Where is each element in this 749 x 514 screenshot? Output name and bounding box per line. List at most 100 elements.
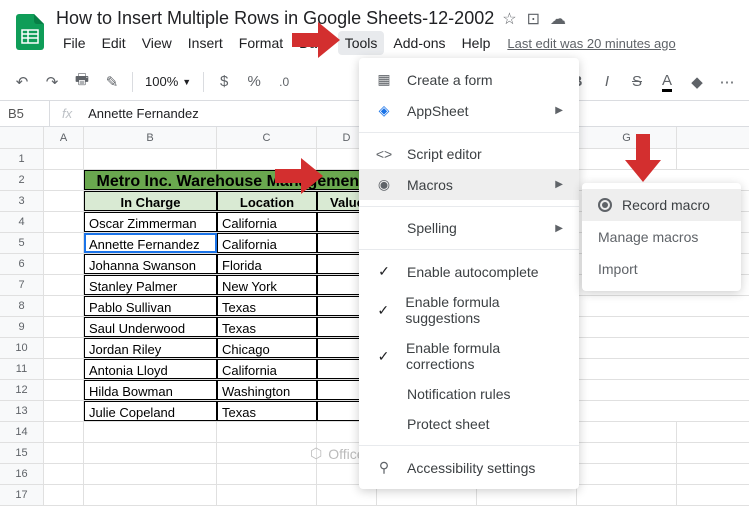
menu-import[interactable]: Import [582, 253, 741, 285]
data-cell[interactable]: Texas [217, 401, 317, 421]
menu-macros[interactable]: ◉Macros▶ [359, 169, 579, 200]
menu-format[interactable]: Format [232, 31, 290, 55]
data-cell[interactable]: Florida [217, 254, 317, 274]
empty-cell[interactable] [217, 422, 317, 442]
sheet-title-cell[interactable]: Metro Inc. Warehouse Management [84, 170, 377, 190]
empty-cell[interactable] [577, 443, 677, 463]
data-cell[interactable]: California [217, 212, 317, 232]
empty-cell[interactable] [44, 422, 84, 442]
menu-view[interactable]: View [135, 31, 179, 55]
empty-cell[interactable] [44, 443, 84, 463]
row-header[interactable]: 4 [0, 212, 44, 232]
menu-formula-suggestions[interactable]: ✓Enable formula suggestions [359, 287, 579, 333]
empty-cell[interactable] [217, 485, 317, 505]
empty-cell[interactable] [44, 149, 84, 169]
menu-notification[interactable]: Notification rules [359, 379, 579, 409]
menu-insert[interactable]: Insert [181, 31, 230, 55]
row-header[interactable]: 9 [0, 317, 44, 337]
empty-cell[interactable] [217, 443, 317, 463]
menu-manage-macros[interactable]: Manage macros [582, 221, 741, 253]
data-cell[interactable]: Johanna Swanson [84, 254, 217, 274]
data-cell[interactable]: Saul Underwood [84, 317, 217, 337]
row-header[interactable]: 16 [0, 464, 44, 484]
menu-record-macro[interactable]: Record macro [582, 189, 741, 221]
empty-cell[interactable] [84, 149, 217, 169]
empty-cell[interactable] [84, 485, 217, 505]
menu-tools[interactable]: Tools [338, 31, 385, 55]
menu-autocomplete[interactable]: ✓Enable autocomplete [359, 256, 579, 287]
row-header[interactable]: 6 [0, 254, 44, 274]
redo-icon[interactable]: ↷ [38, 68, 66, 96]
menu-protect[interactable]: Protect sheet [359, 409, 579, 439]
data-cell[interactable]: Julie Copeland [84, 401, 217, 421]
row-header[interactable]: 10 [0, 338, 44, 358]
move-icon[interactable]: ⊡ [527, 9, 540, 29]
menu-edit[interactable]: Edit [95, 31, 133, 55]
percent-icon[interactable]: % [240, 68, 268, 96]
data-cell[interactable]: New York [217, 275, 317, 295]
row-header[interactable]: 1 [0, 149, 44, 169]
doc-title[interactable]: How to Insert Multiple Rows in Google Sh… [56, 8, 494, 29]
table-header-cell[interactable]: Location [217, 191, 317, 211]
row-header[interactable]: 12 [0, 380, 44, 400]
decrease-decimal-icon[interactable]: .0 [270, 68, 298, 96]
menu-accessibility[interactable]: ⚲Accessibility settings [359, 452, 579, 483]
empty-cell[interactable] [577, 464, 677, 484]
menu-help[interactable]: Help [455, 31, 498, 55]
menu-file[interactable]: File [56, 31, 93, 55]
menu-script-editor[interactable]: <>Script editor [359, 139, 579, 169]
data-cell[interactable]: Stanley Palmer [84, 275, 217, 295]
data-cell[interactable]: California [217, 359, 317, 379]
table-header-cell[interactable]: In Charge [84, 191, 217, 211]
undo-icon[interactable]: ↶ [8, 68, 36, 96]
data-cell[interactable]: Texas [217, 296, 317, 316]
empty-cell[interactable] [84, 422, 217, 442]
italic-icon[interactable]: I [593, 68, 621, 96]
row-header[interactable]: 14 [0, 422, 44, 442]
empty-cell[interactable] [84, 443, 217, 463]
row-header[interactable]: 13 [0, 401, 44, 421]
cloud-icon[interactable]: ☁ [550, 9, 566, 29]
strike-icon[interactable]: S [623, 68, 651, 96]
empty-cell[interactable] [217, 464, 317, 484]
text-color-icon[interactable]: A [653, 68, 681, 96]
empty-cell[interactable] [44, 485, 84, 505]
star-icon[interactable]: ☆ [502, 9, 516, 29]
name-box[interactable]: B5 [0, 101, 50, 126]
row-header[interactable]: 5 [0, 233, 44, 253]
formula-input[interactable]: Annette Fernandez [84, 106, 203, 121]
last-edit[interactable]: Last edit was 20 minutes ago [507, 36, 675, 51]
empty-cell[interactable] [577, 422, 677, 442]
col-header[interactable]: B [84, 127, 217, 148]
data-cell[interactable]: Oscar Zimmerman [84, 212, 217, 232]
empty-cell[interactable] [577, 485, 677, 505]
data-cell[interactable]: Hilda Bowman [84, 380, 217, 400]
zoom-select[interactable]: 100% ▼ [139, 74, 197, 89]
more-icon[interactable]: ⋯ [713, 68, 741, 96]
data-cell[interactable]: Texas [217, 317, 317, 337]
row-header[interactable]: 8 [0, 296, 44, 316]
data-cell[interactable]: California [217, 233, 317, 253]
paint-format-icon[interactable]: ✎ [98, 68, 126, 96]
data-cell[interactable]: Chicago [217, 338, 317, 358]
col-header[interactable]: C [217, 127, 317, 148]
fill-color-icon[interactable]: ◆ [683, 68, 711, 96]
row-header[interactable]: 2 [0, 170, 44, 190]
row-header[interactable]: 11 [0, 359, 44, 379]
data-cell[interactable]: Washington [217, 380, 317, 400]
menu-spelling[interactable]: Spelling▶ [359, 213, 579, 243]
empty-cell[interactable] [44, 464, 84, 484]
currency-icon[interactable]: $ [210, 68, 238, 96]
menu-formula-corrections[interactable]: ✓Enable formula corrections [359, 333, 579, 379]
data-cell[interactable]: Jordan Riley [84, 338, 217, 358]
row-header[interactable]: 7 [0, 275, 44, 295]
menu-appsheet[interactable]: ◈AppSheet▶ [359, 95, 579, 126]
menu-addons[interactable]: Add-ons [386, 31, 452, 55]
row-header[interactable]: 3 [0, 191, 44, 211]
data-cell[interactable]: Pablo Sullivan [84, 296, 217, 316]
row-header[interactable]: 17 [0, 485, 44, 505]
data-cell[interactable]: Antonia Lloyd [84, 359, 217, 379]
empty-cell[interactable] [84, 464, 217, 484]
data-cell[interactable]: Annette Fernandez [84, 233, 217, 253]
print-icon[interactable]: 🖶 [68, 68, 96, 96]
